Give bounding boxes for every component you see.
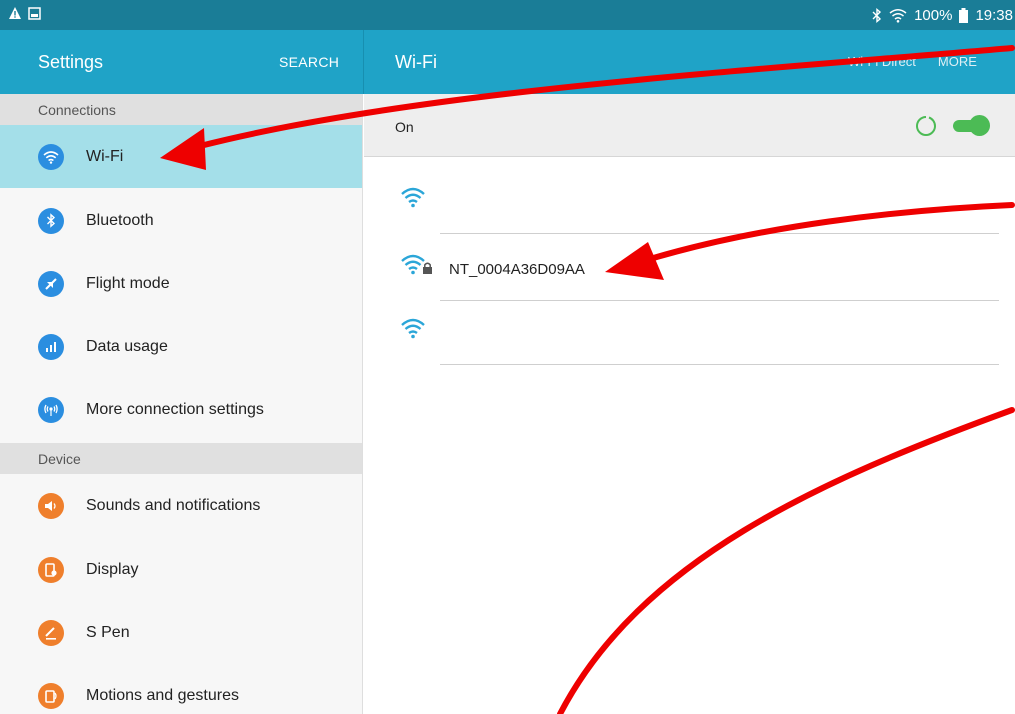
- appbar-divider: [363, 30, 364, 94]
- sidebar-item-bluetooth[interactable]: Bluetooth: [0, 189, 362, 252]
- data-usage-icon: [38, 333, 64, 360]
- wifi-panel: On NT_0004A36D09AA: [364, 94, 1015, 714]
- sidebar-item-label: S Pen: [86, 623, 130, 641]
- wifi-master-switch-bar[interactable]: On: [364, 94, 1015, 157]
- wifi-direct-button[interactable]: Wi-Fi Direct: [848, 54, 916, 69]
- search-button[interactable]: SEARCH: [279, 54, 339, 70]
- sidebar-item-label: Bluetooth: [86, 211, 154, 229]
- motion-icon: [38, 682, 64, 709]
- page-title: Wi-Fi: [395, 52, 437, 72]
- wifi-toggle[interactable]: [953, 115, 990, 136]
- settings-title: Settings: [38, 52, 104, 72]
- sidebar-item-display[interactable]: Display: [0, 538, 362, 601]
- clock: 19:38: [975, 7, 1013, 24]
- sidebar-item-wifi[interactable]: Wi-Fi: [0, 125, 362, 188]
- sidebar-item-label: Data usage: [86, 337, 168, 355]
- gallery-icon: [28, 6, 41, 20]
- sidebar-item-data-usage[interactable]: Data usage: [0, 315, 362, 378]
- divider: [440, 364, 999, 365]
- wifi-icon: [889, 8, 907, 23]
- sidebar-item-label: Motions and gestures: [86, 686, 239, 704]
- sidebar-item-sounds-and-notifications[interactable]: Sounds and notifications: [0, 474, 362, 537]
- bluetooth-icon: [872, 8, 882, 23]
- sidebar-item-motions-and-gestures[interactable]: Motions and gestures: [0, 664, 362, 714]
- sidebar-item-label: Wi-Fi: [86, 147, 124, 165]
- wifi-signal-icon: [400, 186, 426, 213]
- wifi-state-label: On: [395, 119, 414, 135]
- sidebar-item-flight-mode[interactable]: Flight mode: [0, 252, 362, 315]
- more-connection-icon: [38, 396, 64, 423]
- network-item[interactable]: [364, 170, 1015, 234]
- battery-icon: [959, 8, 969, 23]
- sidebar-item-label: Sounds and notifications: [86, 496, 261, 514]
- display-icon: [38, 556, 64, 583]
- sidebar-item-s-pen[interactable]: S Pen: [0, 601, 362, 664]
- wifi-signal-icon: [400, 317, 426, 344]
- battery-percent: 100%: [914, 7, 953, 24]
- sound-icon: [38, 492, 64, 519]
- network-item[interactable]: NT_0004A36D09AA: [364, 237, 1015, 301]
- wifi-secured-icon: [400, 253, 434, 280]
- pen-icon: [38, 619, 64, 646]
- toggle-thumb: [969, 115, 990, 136]
- wifi-icon: [38, 143, 64, 170]
- status-bar: 100% 19:38: [0, 0, 1015, 30]
- sidebar-item-more-connection-settings[interactable]: More connection settings: [0, 378, 362, 441]
- scanning-icon: [914, 114, 938, 143]
- sidebar-item-label: More connection settings: [86, 400, 264, 418]
- settings-sidebar: Connections Wi-Fi Bluetooth Flight mode …: [0, 94, 363, 714]
- app-bar: Settings SEARCH Wi-Fi Wi-Fi Direct MORE: [0, 30, 1015, 94]
- sidebar-item-label: Display: [86, 560, 139, 578]
- network-ssid: NT_0004A36D09AA: [449, 261, 585, 278]
- section-header-connections: Connections: [0, 94, 362, 125]
- network-item[interactable]: [364, 301, 1015, 365]
- sidebar-item-label: Flight mode: [86, 274, 170, 292]
- section-header-device: Device: [0, 443, 362, 474]
- divider: [440, 233, 999, 234]
- more-button[interactable]: MORE: [938, 54, 977, 69]
- airplane-icon: [38, 270, 64, 297]
- warning-icon: [8, 6, 22, 20]
- bluetooth-icon: [38, 207, 64, 234]
